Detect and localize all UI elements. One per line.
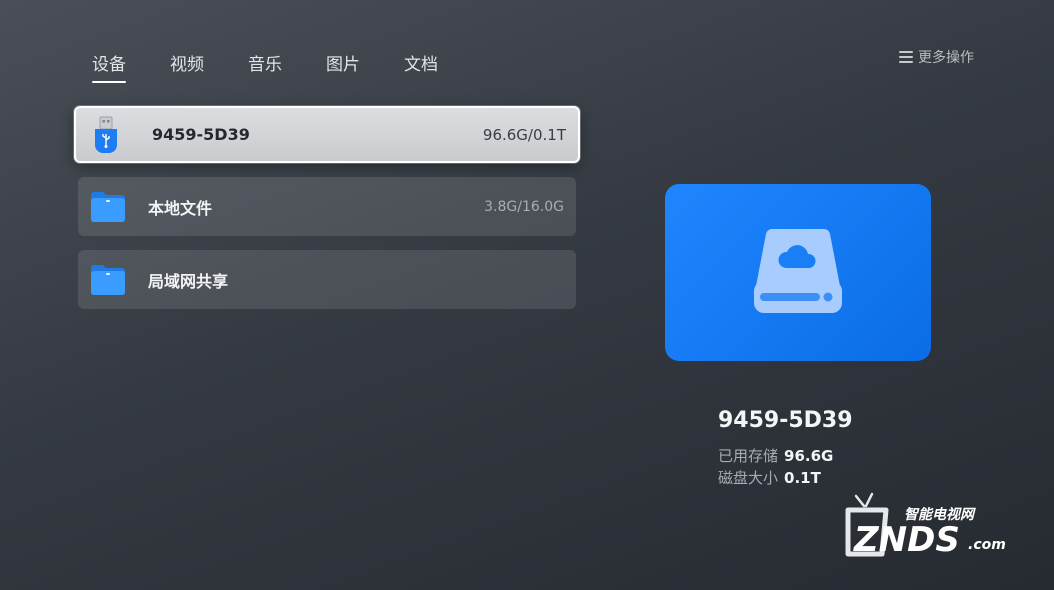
tab-videos[interactable]: 视频	[170, 50, 204, 83]
device-item-local[interactable]: 本地文件 3.8G/16.0G	[78, 177, 576, 236]
more-actions-label: 更多操作	[918, 50, 974, 66]
device-name: 本地文件	[148, 198, 213, 218]
tab-music[interactable]: 音乐	[248, 50, 282, 83]
device-size: 3.8G/16.0G	[484, 198, 564, 215]
used-storage-value: 96.6G	[784, 447, 834, 465]
watermark-brand: ZNDS	[853, 520, 960, 560]
cloud-drive-icon	[748, 223, 848, 323]
usb-drive-icon	[88, 116, 124, 153]
disk-size-value: 0.1T	[784, 469, 821, 487]
tab-documents[interactable]: 文档	[404, 50, 438, 83]
device-info-panel: 9459-5D39 已用存储 96.6G 磁盘大小 0.1T	[718, 408, 853, 489]
watermark-logo: 智能电视网 ZNDS .com	[842, 490, 1012, 560]
device-name: 局域网共享	[148, 271, 229, 291]
device-size: 96.6G/0.1T	[482, 125, 566, 144]
folder-icon	[90, 189, 126, 225]
used-storage-label: 已用存储	[718, 447, 779, 465]
more-actions-button[interactable]: 更多操作	[899, 47, 974, 67]
disk-size-label: 磁盘大小	[718, 469, 779, 487]
tab-devices[interactable]: 设备	[92, 50, 126, 83]
device-preview-card	[665, 184, 931, 361]
used-storage-line: 已用存储 96.6G	[718, 445, 853, 467]
disk-size-line: 磁盘大小 0.1T	[718, 467, 853, 489]
tab-pictures[interactable]: 图片	[326, 50, 360, 83]
device-list: 9459-5D39 96.6G/0.1T 本地文件 3.8G/16.0G 局域网…	[74, 106, 580, 323]
folder-icon	[90, 262, 126, 298]
device-name: 9459-5D39	[152, 125, 250, 144]
category-tabs: 设备 视频 音乐 图片 文档	[92, 50, 482, 83]
menu-icon	[899, 51, 913, 63]
device-item-usb[interactable]: 9459-5D39 96.6G/0.1T	[74, 106, 580, 163]
device-item-lan-share[interactable]: 局域网共享	[78, 250, 576, 309]
device-title: 9459-5D39	[718, 408, 853, 433]
watermark-suffix: .com	[968, 537, 1006, 553]
